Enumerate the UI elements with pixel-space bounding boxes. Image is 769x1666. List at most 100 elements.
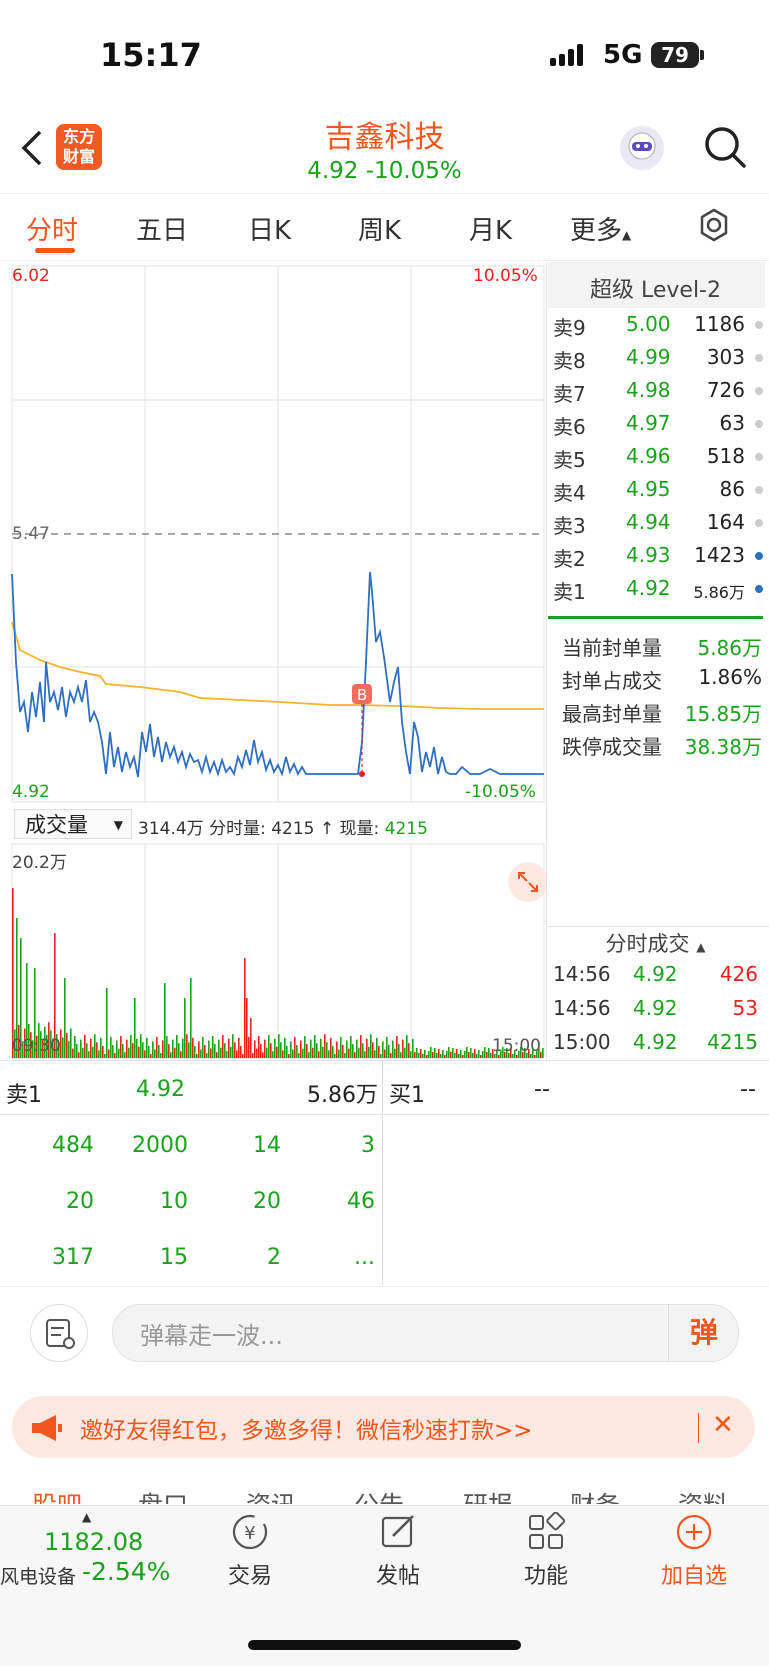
order-dot-icon xyxy=(755,585,763,593)
volume-bar xyxy=(118,1048,120,1058)
volume-bar xyxy=(202,1036,204,1058)
tab-more[interactable]: 更多▲ xyxy=(570,210,631,247)
volume-bar xyxy=(484,1047,486,1058)
danmu-settings-icon[interactable] xyxy=(30,1304,88,1362)
volume-bar xyxy=(222,1035,224,1058)
price-high-label: 6.02 xyxy=(12,266,50,286)
subtab-item[interactable]: 财务 xyxy=(570,1486,620,1504)
volume-bar xyxy=(238,1037,240,1058)
ask-volume: 1423 xyxy=(694,543,745,567)
tab-intraday[interactable]: 分时 xyxy=(26,210,78,247)
volume-bar xyxy=(212,1036,214,1058)
volume-bar xyxy=(172,1039,174,1058)
volume-indicator-select[interactable]: 成交量 ▼ xyxy=(14,809,132,839)
ask-row[interactable]: 卖7 4.98 726 xyxy=(553,378,763,411)
intraday-chart[interactable]: B xyxy=(0,262,546,1062)
volume-bar xyxy=(488,1048,490,1058)
ask-row[interactable]: 卖1 4.92 5.86万 xyxy=(553,576,763,609)
subtab-item[interactable]: 资料 xyxy=(678,1486,728,1504)
volume-bar xyxy=(348,1048,350,1058)
tab-weekly-k[interactable]: 周K xyxy=(358,210,401,247)
ask-row[interactable]: 卖4 4.95 86 xyxy=(553,477,763,510)
subtab-item[interactable]: 股吧 xyxy=(32,1486,82,1504)
ask-row[interactable]: 卖6 4.97 63 xyxy=(553,411,763,444)
danmu-toggle-button[interactable]: 弹 xyxy=(668,1304,739,1362)
volume-bar xyxy=(410,1051,412,1058)
volume-bar xyxy=(178,1043,180,1058)
volume-bar xyxy=(476,1054,478,1058)
sell1-volume: 5.86万 xyxy=(307,1083,378,1108)
volume-bar xyxy=(228,1038,230,1058)
settings-gear-icon[interactable] xyxy=(697,208,731,242)
volume-bar xyxy=(258,1036,260,1058)
volume-bar xyxy=(478,1050,480,1058)
index-name[interactable]: 风电设备 xyxy=(0,1562,76,1589)
volume-bar xyxy=(196,1054,198,1058)
volume-bar xyxy=(390,1053,392,1058)
volume-bar xyxy=(302,1048,304,1058)
ask-row[interactable]: 卖3 4.94 164 xyxy=(553,510,763,543)
ask-level: 卖8 xyxy=(553,349,586,373)
volume-bar xyxy=(70,1028,72,1058)
time-end-label: 15:00 xyxy=(492,1036,541,1056)
volume-bar xyxy=(102,1045,104,1058)
close-icon[interactable]: ✕ xyxy=(712,1410,734,1440)
queue-volume: 10 xyxy=(160,1189,188,1214)
subtab-item[interactable]: 资讯 xyxy=(246,1486,296,1504)
ask-level: 卖7 xyxy=(553,382,586,406)
search-icon[interactable] xyxy=(703,125,747,169)
volume-bar xyxy=(418,1053,420,1058)
ask-row[interactable]: 卖2 4.93 1423 xyxy=(553,543,763,576)
volume-bar xyxy=(394,1048,396,1058)
tab-daily-k[interactable]: 日K xyxy=(248,210,291,247)
volume-bar xyxy=(134,998,136,1058)
volume-bar xyxy=(204,1045,206,1058)
functions-button[interactable]: 功能 xyxy=(486,1512,606,1590)
ask-row[interactable]: 卖8 4.99 303 xyxy=(553,345,763,378)
volume-bar xyxy=(270,1043,272,1058)
volume-bar xyxy=(364,1051,366,1058)
volume-bar xyxy=(106,988,108,1058)
volume-bar xyxy=(100,1037,102,1058)
volume-bar xyxy=(80,1039,82,1058)
ask-volume: 63 xyxy=(719,411,745,435)
ask-row[interactable]: 卖5 4.96 518 xyxy=(553,444,763,477)
robot-assistant-icon[interactable] xyxy=(620,126,664,170)
volume-bar xyxy=(482,1051,484,1058)
volume-bar xyxy=(340,1036,342,1058)
volume-bar xyxy=(248,1036,250,1058)
volume-bar xyxy=(142,1042,144,1058)
ask-row[interactable]: 卖9 5.00 1186 xyxy=(553,312,763,345)
prev-close-label: 5.47 xyxy=(12,524,50,544)
volume-bar xyxy=(360,1035,362,1058)
volume-bar xyxy=(132,1043,134,1058)
volume-bar xyxy=(122,1044,124,1058)
subtab-item[interactable]: 公告 xyxy=(354,1486,404,1504)
subtab-item[interactable]: 盘口 xyxy=(138,1486,188,1504)
volume-bar xyxy=(308,1052,310,1058)
index-change[interactable]: -2.54% xyxy=(82,1557,170,1586)
volume-bar xyxy=(368,1046,370,1058)
ask-level: 卖3 xyxy=(553,514,586,538)
volume-bar xyxy=(242,1054,244,1058)
add-watchlist-button[interactable]: 加自选 xyxy=(634,1512,754,1590)
volume-bar xyxy=(438,1049,440,1058)
post-button[interactable]: 发帖 xyxy=(338,1512,458,1590)
level2-title[interactable]: 超级 Level-2 xyxy=(548,272,763,304)
index-value[interactable]: 1182.08 xyxy=(44,1528,143,1556)
ask-volume: 303 xyxy=(706,345,745,369)
trades-title[interactable]: 分时成交 ▲ xyxy=(548,928,763,958)
signal-icon xyxy=(550,44,583,66)
volume-bar xyxy=(374,1050,376,1058)
subtab-item[interactable]: 研报 xyxy=(463,1486,513,1504)
volume-bar xyxy=(146,1037,148,1058)
expand-chart-bg[interactable] xyxy=(508,862,546,902)
volume-bar xyxy=(268,1035,270,1058)
chart-period-tabs: 分时 五日 日K 周K 月K 更多▲ xyxy=(0,193,769,261)
tab-monthly-k[interactable]: 月K xyxy=(469,210,512,247)
trade-button[interactable]: ¥ 交易 xyxy=(190,1512,310,1590)
volume-bar xyxy=(278,1034,280,1058)
ask-level: 卖5 xyxy=(553,448,586,472)
tab-five-day[interactable]: 五日 xyxy=(136,210,188,247)
buy1-label: 买1 xyxy=(389,1083,425,1108)
